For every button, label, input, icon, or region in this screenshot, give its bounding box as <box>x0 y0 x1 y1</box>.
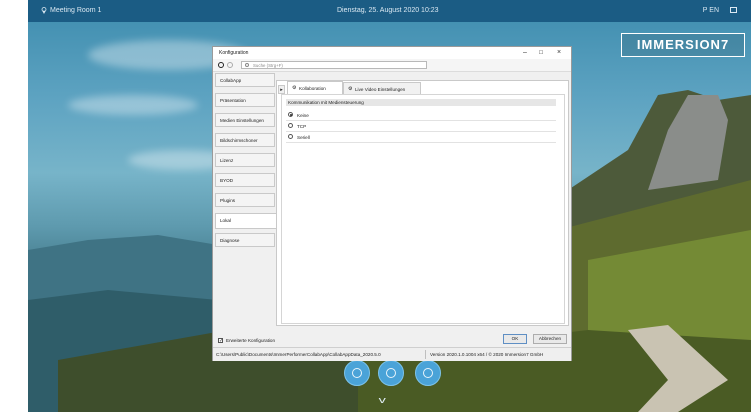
advanced-config-label: Erweiterte Konfiguration <box>226 338 276 343</box>
radio-seriell[interactable]: Seriell <box>288 133 438 141</box>
version-info: Version 2020.1.0.1004 x64 / © 2020 Immer… <box>430 352 544 357</box>
dialog-statusbar: C:\Users\Public\Documents\ImmerPerformer… <box>213 347 571 361</box>
divider <box>286 131 556 132</box>
power-button[interactable] <box>378 360 404 386</box>
window-icon[interactable] <box>730 7 737 13</box>
room-name[interactable]: Meeting Room 1 <box>50 7 101 14</box>
back-icon[interactable] <box>218 62 224 68</box>
group-header: Kommunikation mit Mediensteuerung <box>286 99 556 106</box>
data-path: C:\Users\Public\Documents\ImmerPerformer… <box>216 352 381 357</box>
radio-indicator <box>288 123 293 128</box>
radio-indicator <box>288 134 293 139</box>
dialog-toolbar: Suche (Strg+F) <box>213 59 571 72</box>
search-input[interactable]: Suche (Strg+F) <box>241 61 427 69</box>
ok-button[interactable]: OK <box>503 334 527 344</box>
tab-live-video[interactable]: ⚙ Live Video Einstellungen <box>343 82 421 94</box>
search-placeholder: Suche (Strg+F) <box>253 63 283 68</box>
sidebar-item-collabapp[interactable]: CollabApp <box>215 73 275 87</box>
dialog-titlebar: Konfiguration – ☐ × <box>213 47 571 59</box>
forward-icon[interactable] <box>227 62 233 68</box>
divider <box>286 120 556 121</box>
tab-kollaboration[interactable]: ⚙ Kollaboration <box>287 81 343 94</box>
sidebar-item-bildschirmschoner[interactable]: Bildschirmschoner <box>215 133 275 147</box>
divider <box>286 142 556 143</box>
settings-gear-icon: ⚙ <box>292 85 297 91</box>
sidebar-item-diagnose[interactable]: Diagnose <box>215 233 275 247</box>
top-status-bar: Meeting Room 1 Dienstag, 25. August 2020… <box>28 0 751 22</box>
location-icon <box>41 7 47 14</box>
key-button[interactable] <box>344 360 370 386</box>
dialog-title: Konfiguration <box>219 50 249 56</box>
key-icon <box>352 368 362 378</box>
advanced-config-checkbox[interactable]: ✓ <box>218 338 223 344</box>
minimize-button[interactable]: – <box>519 48 531 58</box>
radio-tcp[interactable]: TCP <box>288 122 438 130</box>
radio-keine[interactable]: Keine <box>288 111 438 119</box>
power-icon <box>386 368 396 378</box>
radio-indicator <box>288 112 293 117</box>
tab-scroll-left-icon[interactable]: ▸ <box>278 85 285 94</box>
configuration-dialog: Konfiguration – ☐ × Suche (Strg+F) Colla… <box>212 46 572 361</box>
sidebar-item-praesentation[interactable]: Präsentation <box>215 93 275 107</box>
divider <box>425 350 426 359</box>
sidebar-item-medien[interactable]: Medien Einstellungen <box>215 113 275 127</box>
search-icon <box>245 63 249 67</box>
sidebar-item-plugins[interactable]: Plugins <box>215 193 275 207</box>
sidebar-item-byod[interactable]: BYOD <box>215 173 275 187</box>
language-switch[interactable]: P EN <box>703 7 719 14</box>
info-icon <box>423 368 433 378</box>
sidebar-item-lokal[interactable]: Lokal <box>215 213 277 229</box>
maximize-button[interactable]: ☐ <box>535 48 547 58</box>
sidebar-item-lizenz[interactable]: Lizenz <box>215 153 275 167</box>
close-button[interactable]: × <box>553 48 565 58</box>
tab-content: Kommunikation mit Mediensteuerung Keine … <box>281 94 565 324</box>
cancel-button[interactable]: Abbrechen <box>533 334 567 344</box>
chevron-down-icon[interactable]: v <box>379 395 386 405</box>
settings-gear-icon: ⚙ <box>348 86 353 92</box>
date-time: Dienstag, 25. August 2020 10:23 <box>337 7 439 14</box>
info-button[interactable] <box>415 360 441 386</box>
brand-logo: IMMERSION7 <box>621 33 745 57</box>
